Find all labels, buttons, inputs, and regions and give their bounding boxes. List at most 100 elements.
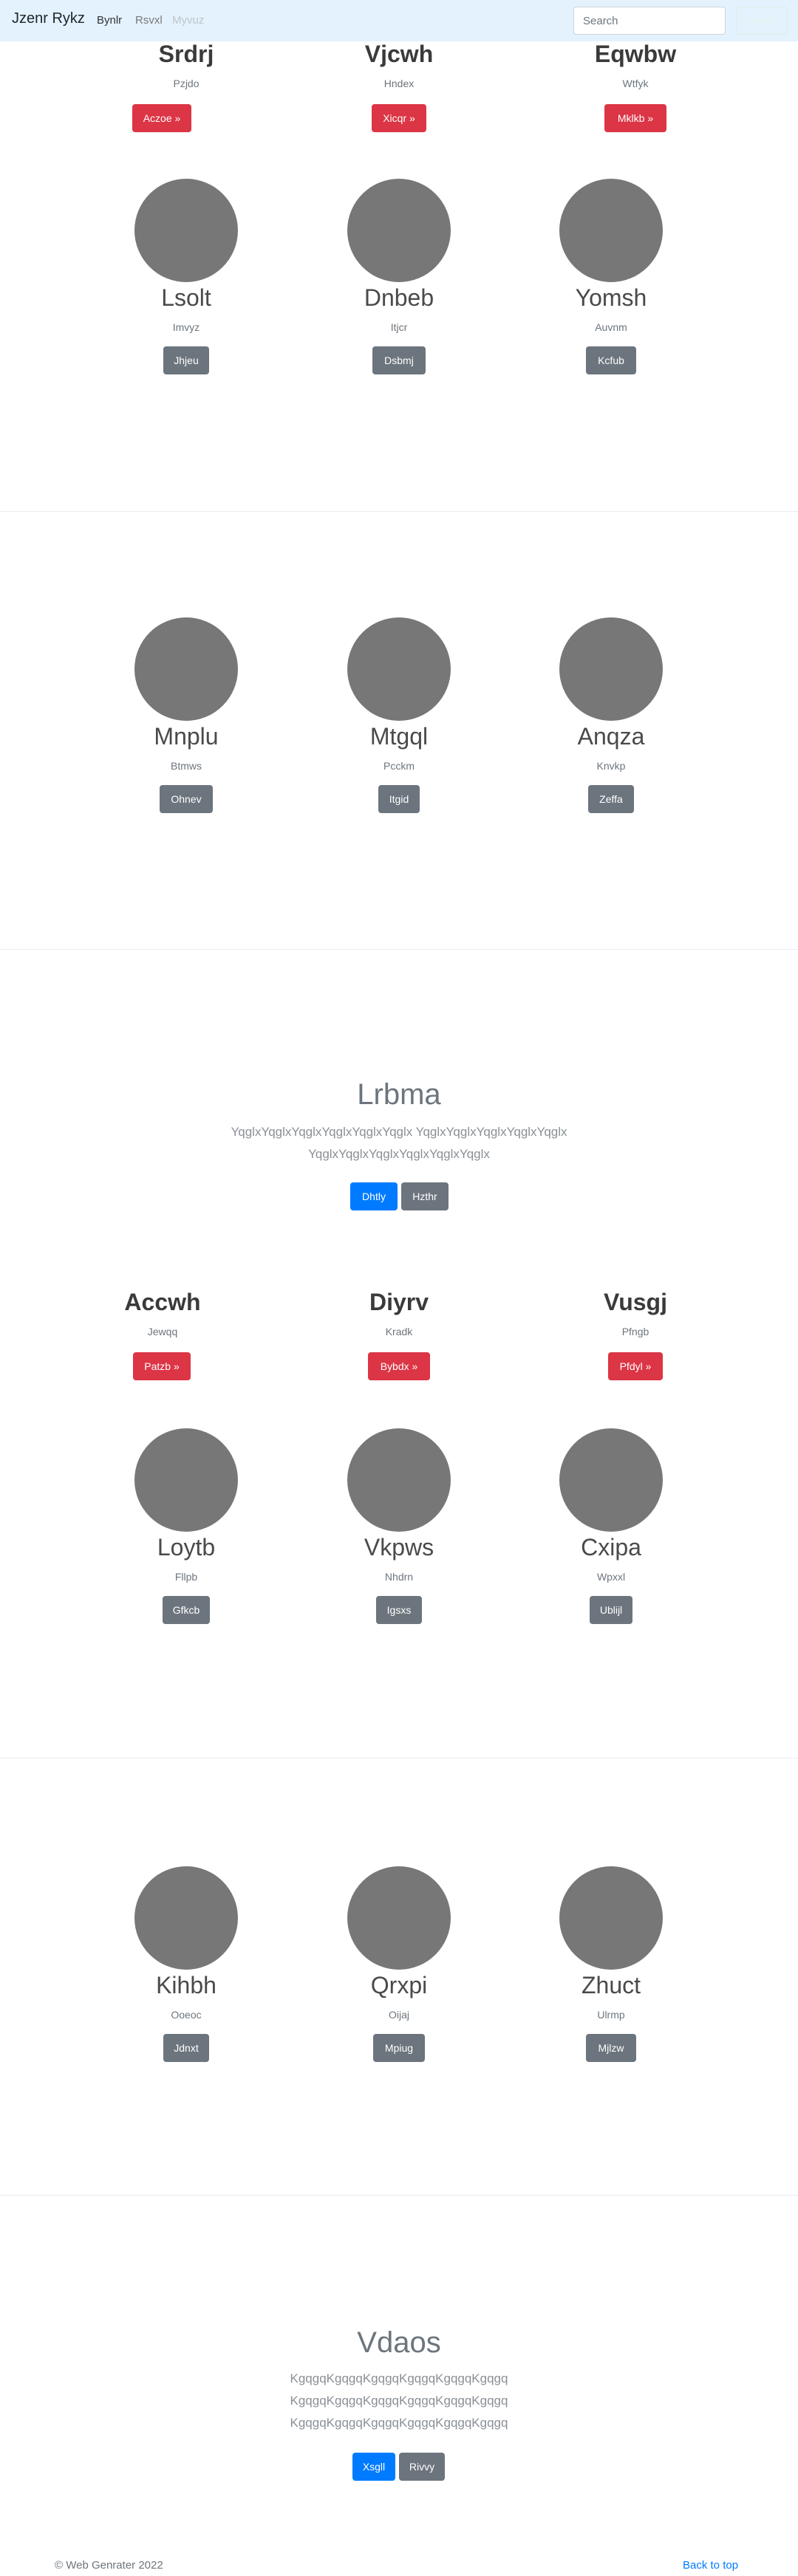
card-button[interactable]: Gfkcb: [163, 1596, 210, 1624]
jumbotron-line: YqglxYqglxYqglxYqglxYqglxYqglx YqglxYqgl…: [231, 1125, 567, 1139]
card-title: Zhuct: [581, 1972, 641, 1998]
column-action-button[interactable]: Patzb »: [133, 1352, 191, 1380]
card-subtext: Pcckm: [383, 760, 415, 772]
card-button[interactable]: Itgid: [378, 785, 420, 813]
card-subtext: Btmws: [171, 760, 202, 772]
card-subtext: Ooeoc: [171, 2009, 202, 2021]
jumbotron-heading: Vdaos: [357, 2326, 441, 2359]
avatar-placeholder: [559, 1866, 663, 1970]
column-action-button[interactable]: Bybdx »: [368, 1352, 430, 1380]
avatar-placeholder: [347, 1866, 451, 1970]
column-action-button[interactable]: Mklkb »: [604, 104, 666, 132]
jumbotron-secondary-button[interactable]: Hzthr: [401, 1182, 449, 1210]
card-button[interactable]: Kcfub: [586, 346, 636, 374]
section-divider: [0, 2195, 798, 2196]
avatar-placeholder: [559, 617, 663, 721]
column-subtext: Pfngb: [621, 1326, 649, 1337]
column-action-button[interactable]: Pfdyl »: [608, 1352, 663, 1380]
back-to-top-link[interactable]: Back to top: [683, 2559, 738, 2572]
search-button[interactable]: Search: [736, 7, 788, 35]
card-subtext: Imvyz: [172, 321, 200, 333]
feature-column: Diyrv Kradk Bybdx »: [310, 1263, 488, 1388]
profile-card: Anqza Knvkp Zeffa: [522, 609, 700, 815]
jumbotron-line: YqglxYqglxYqglxYqglxYqglxYqglx: [308, 1147, 490, 1161]
card-subtext: Oijaj: [388, 2009, 409, 2021]
section-divider: [0, 511, 798, 512]
jumbotron-primary-button[interactable]: Xsgll: [352, 2453, 395, 2481]
jumbotron-line: KgqgqKgqgqKgqgqKgqgqKgqgqKgqgq: [290, 2371, 508, 2385]
card-subtext: Itjcr: [390, 321, 408, 333]
footer-copyright: © Web Genrater 2022: [55, 2559, 163, 2572]
profile-card: Mtgql Pcckm Itgid: [310, 609, 488, 815]
card-subtext: Wpxxl: [596, 1571, 626, 1583]
card-button[interactable]: Ohnev: [160, 785, 213, 813]
avatar-placeholder: [347, 179, 451, 282]
profile-card: Qrxpi Oijaj Mpiug: [310, 1857, 488, 2064]
jumbotron-secondary-button[interactable]: Rivvy: [399, 2453, 445, 2481]
jumbotron-primary-button[interactable]: Dhtly: [350, 1182, 398, 1210]
jumbotron-text: YqglxYqglxYqglxYqglxYqglxYqglx YqglxYqgl…: [0, 1121, 798, 1165]
column-subtext: Kradk: [385, 1326, 413, 1337]
avatar-placeholder: [559, 179, 663, 282]
avatar-placeholder: [347, 617, 451, 721]
avatar-placeholder: [134, 179, 238, 282]
profile-card: Mnplu Btmws Ohnev: [98, 609, 275, 815]
feature-column: Eqwbw Wtfyk Mklkb »: [547, 0, 724, 148]
card-subtext: Fllpb: [174, 1571, 198, 1583]
jumbotron-heading: Lrbma: [357, 1078, 441, 1111]
card-button[interactable]: Zeffa: [588, 785, 634, 813]
profile-card: Zhuct Ulrmp Mjlzw: [522, 1857, 700, 2064]
jumbotron-line: KgqgqKgqgqKgqgqKgqgqKgqgqKgqgq: [290, 2416, 508, 2430]
column-action-button[interactable]: Xicqr »: [372, 104, 426, 132]
column-subtext: Wtfyk: [622, 78, 649, 89]
card-button[interactable]: Mjlzw: [586, 2034, 636, 2062]
feature-column: Vusgj Pfngb Pfdyl »: [547, 1263, 724, 1388]
feature-column: Srdrj Pzjdo Aczoe »: [98, 0, 275, 148]
card-title: Anqza: [577, 723, 645, 750]
card-button[interactable]: Dsbmj: [372, 346, 426, 374]
column-heading: Srdrj: [158, 41, 214, 67]
column-subtext: Pzjdo: [173, 78, 200, 89]
card-button[interactable]: Jdnxt: [163, 2034, 209, 2062]
profile-card: Kihbh Ooeoc Jdnxt: [98, 1857, 275, 2064]
navbar-brand[interactable]: Jzenr Rykz: [12, 10, 85, 27]
card-subtext: Auvnm: [595, 321, 627, 333]
column-subtext: Hndex: [383, 78, 415, 89]
column-subtext: Jewqq: [147, 1326, 178, 1337]
card-title: Qrxpi: [370, 1972, 428, 1998]
card-button[interactable]: Mpiug: [373, 2034, 425, 2062]
card-title: Vkpws: [364, 1534, 434, 1561]
column-action-button[interactable]: Aczoe »: [132, 104, 191, 132]
card-button[interactable]: Igsxs: [376, 1596, 422, 1624]
card-title: Mnplu: [154, 723, 219, 750]
column-heading: Vjcwh: [364, 41, 434, 67]
avatar-placeholder: [134, 1866, 238, 1970]
column-heading: Vusgj: [604, 1289, 667, 1315]
avatar-placeholder: [559, 1428, 663, 1532]
card-button[interactable]: Jhjeu: [163, 346, 209, 374]
card-subtext: Knvkp: [596, 760, 626, 772]
feature-column: Vjcwh Hndex Xicqr »: [310, 0, 488, 148]
card-title: Yomsh: [575, 284, 647, 311]
card-subtext: Nhdrn: [384, 1571, 414, 1583]
column-heading: Eqwbw: [594, 41, 677, 67]
card-title: Loytb: [157, 1534, 216, 1561]
card-button[interactable]: Ublijl: [590, 1596, 632, 1624]
feature-column: Accwh Jewqq Patzb »: [74, 1263, 251, 1388]
card-title: Lsolt: [161, 284, 211, 311]
jumbotron-text: KgqgqKgqgqKgqgqKgqgqKgqgqKgqgq KgqgqKgqg…: [0, 2368, 798, 2434]
column-heading: Diyrv: [369, 1289, 429, 1315]
card-title: Dnbeb: [364, 284, 434, 311]
avatar-placeholder: [134, 1428, 238, 1532]
profile-card: Yomsh Auvnm Kcfub: [522, 170, 700, 377]
card-title: Mtgql: [369, 723, 429, 750]
profile-card: Cxipa Wpxxl Ublijl: [522, 1419, 700, 1626]
profile-card: Lsolt Imvyz Jhjeu: [98, 170, 275, 377]
profile-card: Vkpws Nhdrn Igsxs: [310, 1419, 488, 1626]
avatar-placeholder: [347, 1428, 451, 1532]
card-subtext: Ulrmp: [597, 2009, 625, 2021]
profile-card: Dnbeb Itjcr Dsbmj: [310, 170, 488, 377]
profile-card: Loytb Fllpb Gfkcb: [98, 1419, 275, 1626]
column-heading: Accwh: [124, 1289, 201, 1315]
card-title: Cxipa: [581, 1534, 641, 1561]
